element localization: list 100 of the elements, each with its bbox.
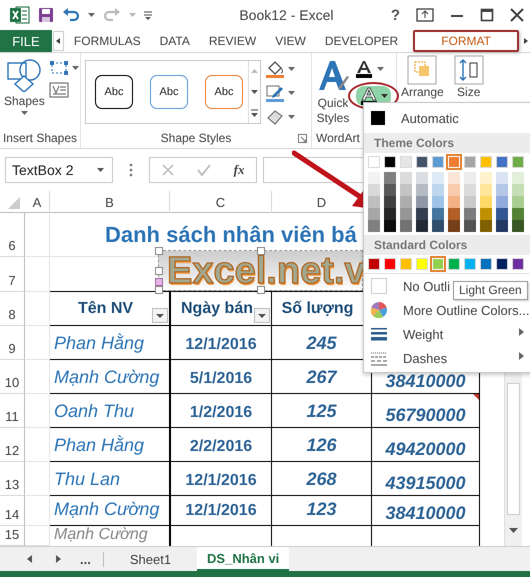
color-swatch[interactable]	[464, 172, 476, 184]
color-swatch[interactable]	[480, 184, 492, 196]
arrange-button[interactable]: Arrange	[401, 55, 444, 100]
shapes-button[interactable]: Shapes	[4, 58, 45, 116]
color-swatch[interactable]	[480, 172, 492, 184]
shape-style[interactable]: Abc	[150, 75, 188, 109]
text-box-icon[interactable]	[48, 82, 69, 98]
more-sheets-button[interactable]: ...	[80, 552, 104, 566]
ribbon-tab[interactable]: FORMULAS	[66, 30, 149, 52]
color-swatch[interactable]	[432, 156, 444, 168]
row-number[interactable]: 14	[0, 496, 25, 526]
ribbon-tab[interactable]: REVIEW	[200, 30, 264, 52]
color-swatch[interactable]	[480, 208, 492, 220]
dialog-launcher-icon[interactable]	[298, 134, 307, 143]
column-header[interactable]: C	[170, 191, 272, 213]
adjust-handle[interactable]	[155, 278, 163, 286]
color-swatch[interactable]	[432, 196, 444, 208]
caret-icon[interactable]	[288, 66, 295, 72]
ribbon-tab[interactable]: VIEW	[267, 30, 314, 52]
scroll-left-icon[interactable]	[52, 31, 64, 51]
color-swatch[interactable]	[512, 220, 524, 232]
color-swatch[interactable]	[496, 258, 508, 270]
column-header[interactable]: B	[50, 191, 170, 213]
color-swatch[interactable]	[416, 258, 428, 270]
color-swatch[interactable]	[448, 258, 460, 270]
color-swatch[interactable]	[368, 220, 380, 232]
color-swatch[interactable]	[384, 196, 396, 208]
size-button[interactable]: Size	[454, 55, 484, 100]
color-swatch[interactable]	[400, 258, 412, 270]
color-swatch[interactable]	[400, 196, 412, 208]
color-swatch[interactable]	[432, 184, 444, 196]
color-swatch[interactable]	[368, 196, 380, 208]
menu-item[interactable]: Automatic	[401, 110, 459, 126]
menu-item[interactable]: More Outline Colors...	[403, 302, 530, 318]
color-swatch[interactable]	[416, 184, 428, 196]
caret-icon[interactable]	[288, 114, 295, 120]
color-swatch[interactable]	[432, 208, 444, 220]
ribbon-tab[interactable]: DATA	[152, 30, 198, 52]
color-swatch[interactable]	[416, 172, 428, 184]
color-swatch[interactable]	[512, 208, 524, 220]
ribbon-tab[interactable]: DEVELOPER	[316, 30, 406, 52]
color-swatch[interactable]	[480, 258, 492, 270]
color-swatch[interactable]	[400, 208, 412, 220]
color-swatch[interactable]	[400, 156, 412, 168]
color-swatch[interactable]	[496, 156, 508, 168]
caret-icon[interactable]	[288, 90, 295, 96]
scroll-thumb[interactable]	[507, 383, 520, 515]
color-swatch[interactable]	[512, 258, 524, 270]
save-icon[interactable]	[38, 7, 54, 23]
resize-handle[interactable]	[155, 286, 163, 294]
close-icon[interactable]	[510, 8, 524, 22]
color-swatch[interactable]	[368, 172, 380, 184]
cancel-icon[interactable]	[162, 164, 174, 176]
color-swatch[interactable]	[464, 184, 476, 196]
row-number[interactable]: 10	[0, 360, 25, 394]
caret-icon[interactable]	[377, 66, 384, 72]
color-swatch[interactable]	[512, 156, 524, 168]
customize-icon[interactable]	[144, 10, 152, 20]
color-swatch[interactable]	[448, 172, 460, 184]
help-button[interactable]: ?	[390, 6, 400, 24]
caret-icon[interactable]	[88, 12, 95, 18]
resize-handle[interactable]	[155, 266, 163, 274]
color-swatch[interactable]	[496, 208, 508, 220]
insert-function-button[interactable]: fx	[234, 162, 244, 178]
color-swatch[interactable]	[448, 220, 460, 232]
color-swatch[interactable]	[384, 258, 396, 270]
color-swatch[interactable]	[400, 220, 412, 232]
row-number[interactable]: 8	[0, 292, 25, 326]
color-swatch[interactable]	[464, 156, 476, 168]
row-number[interactable]: 7	[0, 257, 25, 292]
color-swatch[interactable]	[400, 172, 412, 184]
color-swatch[interactable]	[368, 208, 380, 220]
color-swatch[interactable]	[368, 258, 380, 270]
row-number[interactable]: 13	[0, 462, 25, 496]
color-swatch[interactable]	[448, 208, 460, 220]
ribbon-options-icon[interactable]	[416, 8, 434, 22]
color-swatch[interactable]	[464, 196, 476, 208]
redo-icon[interactable]	[103, 8, 121, 22]
color-swatch[interactable]	[496, 184, 508, 196]
row-number[interactable]: 6	[0, 213, 25, 257]
resize-handle[interactable]	[256, 247, 264, 255]
color-swatch[interactable]	[448, 196, 460, 208]
caret-icon[interactable]	[381, 94, 388, 98]
color-swatch[interactable]	[496, 172, 508, 184]
column-header[interactable]: A	[25, 191, 50, 213]
drag-handle-icon[interactable]	[129, 163, 133, 177]
maximize-icon[interactable]	[480, 8, 494, 22]
color-swatch[interactable]	[448, 184, 460, 196]
caret-icon[interactable]	[97, 168, 104, 172]
filter-button[interactable]	[254, 308, 270, 323]
resize-handle[interactable]	[256, 286, 264, 294]
fill-bucket-icon[interactable]	[265, 60, 285, 78]
row-number[interactable]: 9	[0, 326, 25, 360]
pencil-icon[interactable]	[265, 84, 285, 102]
row-number[interactable]: 11	[0, 394, 25, 428]
color-swatch[interactable]	[464, 258, 476, 270]
color-swatch[interactable]	[384, 208, 396, 220]
color-swatch[interactable]	[432, 220, 444, 232]
ribbon-tab[interactable]: FORMAT	[433, 32, 499, 50]
effects-icon[interactable]	[265, 108, 285, 126]
